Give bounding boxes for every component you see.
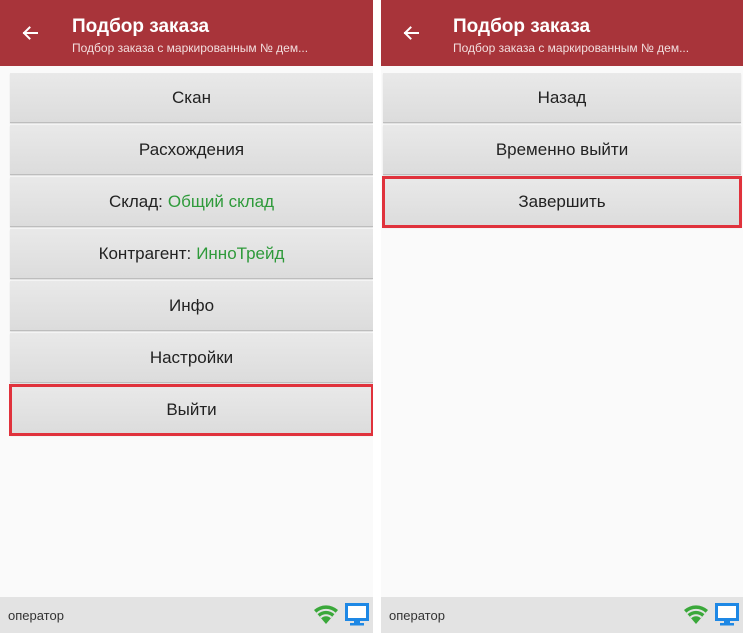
discrepancies-button-label: Расхождения (138, 139, 245, 159)
menu: Скан Расхождения Склад: Общий склад Конт… (9, 73, 373, 437)
scan-button-label: Скан (172, 87, 211, 107)
back-button-label: Назад (537, 87, 587, 107)
back-button[interactable]: Назад (383, 73, 741, 123)
operator-label: оператор (389, 607, 445, 623)
app-bar: Подбор заказа Подбор заказа с маркирован… (0, 0, 373, 66)
settings-button[interactable]: Настройки (10, 333, 373, 383)
finish-button-label: Завершить (518, 191, 606, 211)
operator-label: оператор (8, 607, 64, 623)
left-screen: Подбор заказа Подбор заказа с маркирован… (0, 0, 373, 633)
page-title: Подбор заказа (72, 16, 210, 37)
exit-button[interactable]: Выйти (9, 384, 373, 436)
warehouse-value: Общий склад (167, 191, 274, 211)
screen-divider (373, 0, 381, 633)
status-bar: оператор (0, 597, 373, 633)
info-button-label: Инфо (168, 295, 215, 315)
warehouse-button[interactable]: Склад: Общий склад (10, 177, 373, 227)
counterparty-button[interactable]: Контрагент: ИнноТрейд (10, 229, 373, 279)
page-title: Подбор заказа (453, 16, 591, 37)
monitor-icon (715, 602, 739, 629)
settings-button-label: Настройки (149, 347, 234, 367)
app-bar: Подбор заказа Подбор заказа с маркирован… (381, 0, 743, 66)
page-subtitle: Подбор заказа с маркированным № дем... (453, 41, 690, 55)
temporary-exit-button[interactable]: Временно выйти (383, 125, 741, 175)
counterparty-value: ИнноТрейд (196, 243, 285, 263)
scan-button[interactable]: Скан (10, 73, 373, 123)
wifi-icon (312, 603, 340, 628)
temporary-exit-button-label: Временно выйти (495, 139, 629, 159)
finish-button[interactable]: Завершить (382, 176, 742, 228)
page-subtitle: Подбор заказа с маркированным № дем... (72, 41, 309, 55)
menu: Назад Временно выйти Завершить (382, 73, 742, 229)
counterparty-button-label: Контрагент: (98, 243, 192, 263)
monitor-icon (345, 602, 369, 629)
status-icons (312, 601, 369, 629)
right-screen: Подбор заказа Подбор заказа с маркирован… (381, 0, 743, 633)
info-button[interactable]: Инфо (10, 281, 373, 331)
exit-button-label: Выйти (166, 399, 217, 419)
status-bar: оператор (381, 597, 743, 633)
wifi-icon (682, 603, 710, 628)
arrow-left-icon[interactable] (395, 17, 427, 49)
warehouse-button-label: Склад: (108, 191, 163, 211)
status-icons (682, 601, 739, 629)
arrow-left-icon[interactable] (14, 17, 46, 49)
discrepancies-button[interactable]: Расхождения (10, 125, 373, 175)
